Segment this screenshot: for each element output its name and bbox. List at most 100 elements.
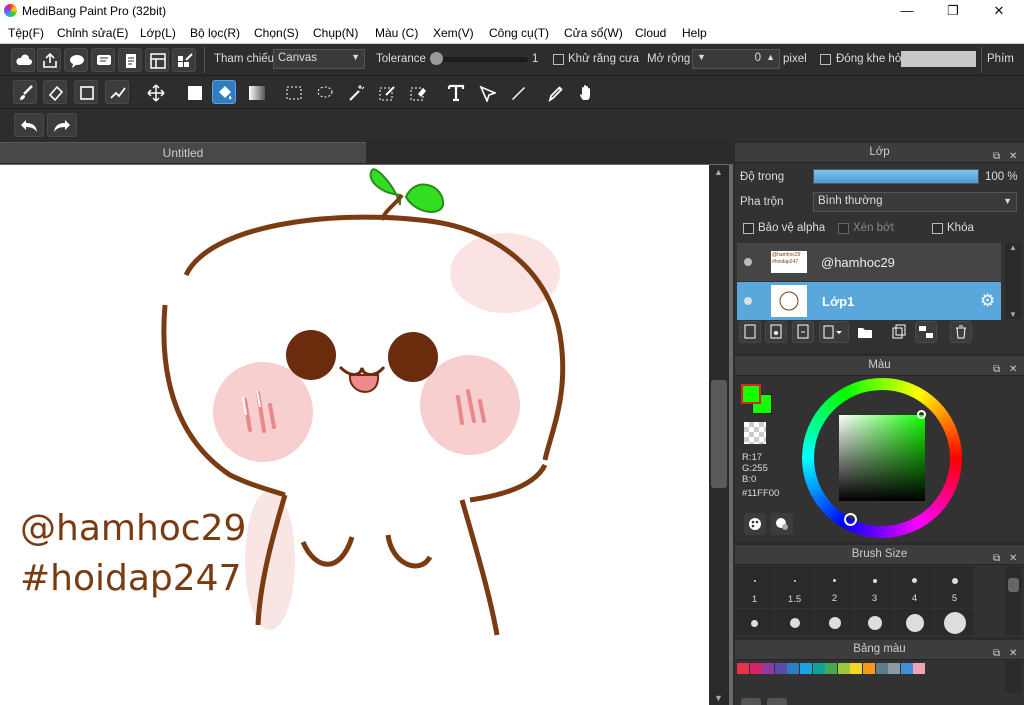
folder-icon[interactable] — [854, 321, 876, 343]
shortcut-label[interactable]: Phím — [987, 53, 1014, 65]
menu-layer[interactable]: Lớp(L) — [140, 26, 176, 40]
brush-size-scrollbar[interactable] — [1005, 566, 1022, 635]
foreground-color-swatch[interactable] — [741, 384, 761, 404]
palette-swatch[interactable] — [825, 663, 838, 674]
clipping-checkbox[interactable] — [838, 223, 849, 234]
minimize-button[interactable]: — — [884, 0, 930, 23]
palette-swatch[interactable] — [774, 663, 787, 674]
add-layer-menu-icon[interactable] — [819, 321, 849, 343]
bucket-tool-icon[interactable] — [212, 80, 236, 104]
transparent-color-swatch[interactable] — [744, 422, 766, 444]
move-tool-icon[interactable] — [143, 80, 167, 104]
gradient-tool-icon[interactable] — [244, 80, 268, 104]
undock-icon[interactable]: ⧉ — [993, 147, 1000, 166]
brush-size-tile[interactable]: 1.5 — [775, 566, 814, 608]
close-panel-icon[interactable]: ✕ — [1009, 360, 1017, 379]
menu-color[interactable]: Màu (C) — [375, 26, 418, 40]
reference-select[interactable]: Canvas ▼ — [273, 49, 365, 69]
select-pen-tool-icon[interactable] — [374, 80, 398, 104]
cloud-icon[interactable] — [11, 48, 35, 72]
menu-help[interactable]: Help — [682, 26, 707, 40]
undo-icon[interactable] — [14, 113, 44, 137]
fill-rect-tool-icon[interactable] — [182, 80, 206, 104]
lock-checkbox[interactable] — [932, 223, 943, 234]
undock-icon[interactable]: ⧉ — [993, 360, 1000, 379]
undock-icon[interactable]: ⧉ — [993, 644, 1000, 663]
hue-cursor[interactable] — [844, 513, 857, 526]
decrement-icon[interactable]: ▼ — [697, 52, 706, 62]
brush-size-tile[interactable]: 5 — [935, 566, 974, 608]
palette-swatch[interactable] — [900, 663, 913, 674]
palette-swatch[interactable] — [875, 663, 888, 674]
new-layer-icon[interactable] — [739, 321, 761, 343]
brush-tool-icon[interactable] — [13, 80, 37, 104]
close-window-button[interactable]: ✕ — [976, 0, 1022, 23]
palette-swatch[interactable] — [800, 663, 812, 674]
close-panel-icon[interactable]: ✕ — [1009, 147, 1017, 166]
antialias-checkbox[interactable] — [553, 54, 564, 65]
select-eraser-tool-icon[interactable] — [405, 80, 429, 104]
palette-swatch[interactable] — [863, 663, 875, 674]
duplicate-layer-icon[interactable] — [888, 321, 910, 343]
brush-size-tile[interactable]: 3 — [855, 566, 894, 608]
protect-alpha-checkbox[interactable] — [743, 223, 754, 234]
document-tab[interactable]: Untitled — [0, 142, 366, 163]
blur-tool-icon[interactable] — [505, 80, 529, 104]
menu-filter[interactable]: Bộ lọc(R) — [190, 26, 240, 40]
text-tool-icon[interactable] — [443, 80, 467, 104]
menu-window[interactable]: Cửa sổ(W) — [564, 26, 623, 40]
palette-swatch[interactable] — [913, 663, 926, 674]
layer-row[interactable]: @hamhoc29 #hoidap247 @hamhoc29 — [737, 243, 1001, 281]
brush-size-tile[interactable] — [895, 609, 934, 635]
palette-swatch[interactable] — [787, 663, 800, 674]
opacity-slider[interactable] — [813, 169, 979, 184]
menu-tools[interactable]: Công cụ(T) — [489, 26, 549, 40]
tolerance-slider-handle[interactable] — [430, 52, 443, 65]
maximize-button[interactable]: ❐ — [930, 0, 976, 23]
share-icon[interactable] — [37, 48, 61, 72]
speech-bubble-icon[interactable] — [64, 48, 88, 72]
layer-list-scrollbar[interactable]: ▲ ▼ — [1005, 243, 1022, 319]
palette-icon[interactable] — [744, 513, 766, 535]
rectangle-tool-icon[interactable] — [74, 80, 98, 104]
brush-size-tile[interactable] — [815, 609, 854, 635]
sv-cursor[interactable] — [917, 410, 926, 419]
close-gap-checkbox[interactable] — [820, 54, 831, 65]
brush-size-tile[interactable] — [775, 609, 814, 635]
palette-swatch[interactable] — [737, 663, 749, 674]
brush-size-tile[interactable] — [935, 609, 974, 635]
panels-icon[interactable] — [145, 48, 169, 72]
palette-settings-icon[interactable] — [771, 513, 793, 535]
new-color-layer-icon[interactable] — [765, 321, 787, 343]
increment-icon[interactable]: ▲ — [766, 52, 775, 62]
visibility-icon[interactable] — [744, 258, 752, 266]
magic-wand-tool-icon[interactable] — [343, 80, 367, 104]
comment-icon[interactable] — [91, 48, 115, 72]
menu-select[interactable]: Chọn(S) — [254, 26, 299, 40]
drawing-canvas[interactable]: @hamhoc29 #hoidap247 — [0, 165, 709, 705]
palette-menu-icon[interactable] — [767, 698, 787, 705]
menu-capture[interactable]: Chụp(N) — [313, 26, 358, 40]
menu-view[interactable]: Xem(V) — [433, 26, 474, 40]
visibility-icon[interactable] — [744, 297, 752, 305]
undock-icon[interactable]: ⧉ — [993, 549, 1000, 568]
palette-swatch[interactable] — [888, 663, 901, 674]
palette-swatch[interactable] — [762, 663, 775, 674]
brush-size-tile[interactable]: 1 — [735, 566, 774, 608]
menu-cloud[interactable]: Cloud — [635, 26, 666, 40]
palette-swatch[interactable] — [837, 663, 850, 674]
delete-layer-icon[interactable] — [950, 321, 972, 343]
blend-mode-select[interactable]: Bình thường ▼ — [813, 192, 1017, 212]
hand-tool-icon[interactable] — [574, 80, 598, 104]
palette-add-icon[interactable] — [741, 698, 761, 705]
layer-settings-gear-icon[interactable]: ⚙ — [980, 291, 995, 311]
merge-layer-icon[interactable] — [915, 321, 937, 343]
rect-select-tool-icon[interactable] — [281, 80, 305, 104]
document-icon[interactable] — [118, 48, 142, 72]
menu-edit[interactable]: Chỉnh sửa(E) — [57, 26, 128, 40]
expand-stepper[interactable]: 0 ▼ ▲ — [692, 49, 780, 69]
lasso-tool-icon[interactable] — [312, 80, 336, 104]
new-halftone-layer-icon[interactable] — [792, 321, 814, 343]
brush-size-tile[interactable]: 4 — [895, 566, 934, 608]
menu-file[interactable]: Tệp(F) — [8, 26, 44, 40]
